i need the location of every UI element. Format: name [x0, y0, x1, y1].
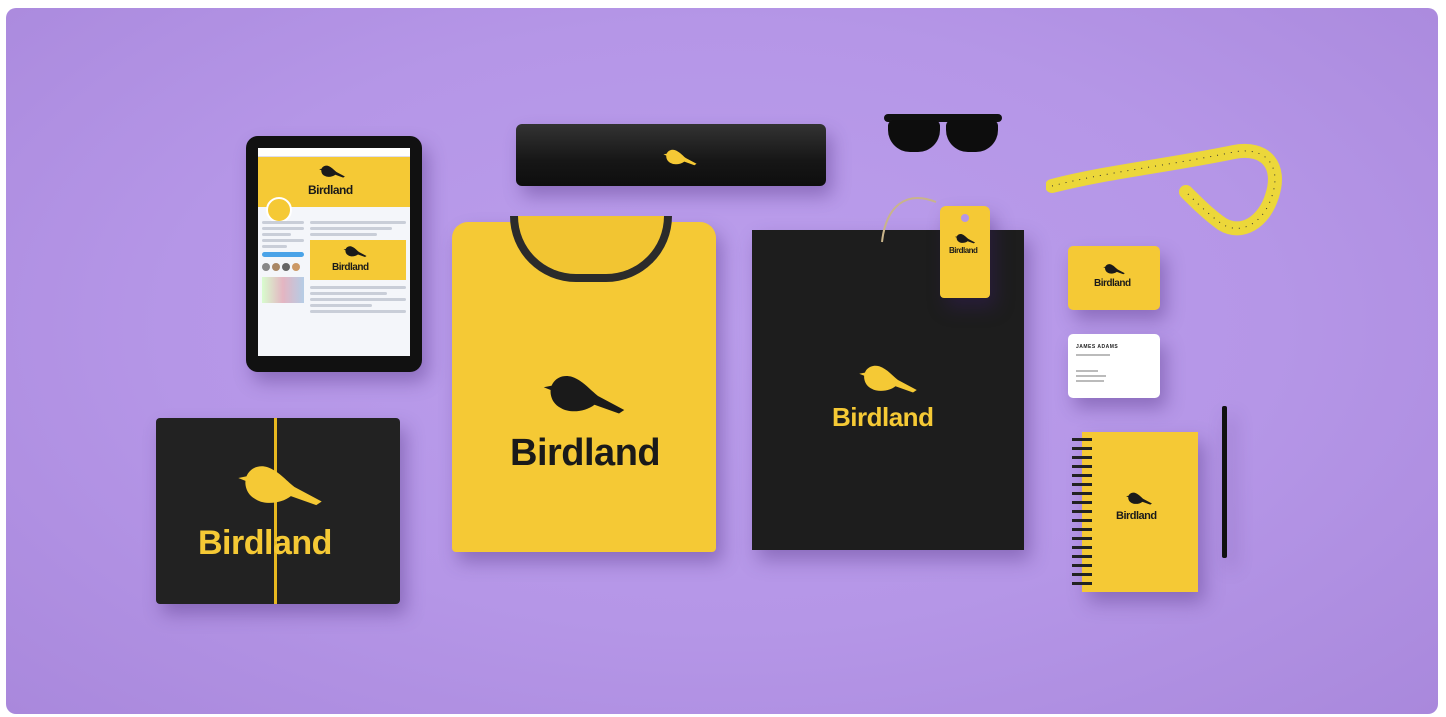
bird-logo-icon: [319, 165, 345, 178]
bird-logo-icon: [1103, 264, 1125, 275]
brand-mockup-scene: Birdland Birdland Birdland Birdland Bird…: [6, 8, 1438, 714]
card-brand-text: Birdland: [1094, 278, 1131, 289]
bird-logo-icon: [238, 466, 322, 506]
banner-brand-text: Birdland: [308, 183, 353, 197]
tshirt-collar: [510, 216, 672, 282]
business-card-back: JAMES ADAMS: [1068, 334, 1160, 398]
tag-brand-text: Birdland: [949, 246, 978, 255]
bird-logo-icon: [859, 365, 917, 393]
bird-logo-icon: [1126, 492, 1152, 505]
business-card-front: Birdland: [1068, 246, 1160, 310]
hang-tag: Birdland: [940, 206, 990, 298]
sunglasses: [884, 110, 1002, 156]
notebook-spiral: [1072, 438, 1092, 588]
pencil: [1222, 406, 1227, 558]
bag-brand-text: Birdland: [832, 402, 934, 432]
notebook-brand-text: Birdland: [1116, 510, 1157, 522]
package-brand-text: Birdland: [198, 524, 332, 562]
bird-logo-icon: [954, 233, 976, 244]
card-person-name: JAMES ADAMS: [1076, 344, 1119, 350]
post-brand-text: Birdland: [332, 262, 369, 273]
notebook: Birdland: [1082, 432, 1198, 592]
tablet: Birdland Birdland: [246, 136, 422, 372]
folded-tshirt: Birdland: [452, 216, 716, 552]
bird-logo-icon: [543, 375, 625, 414]
paper-roll: [516, 124, 826, 186]
measuring-tape: [1046, 143, 1282, 236]
tablet-screen: Birdland Birdland: [258, 148, 410, 356]
tshirt-brand-text: Birdland: [510, 432, 661, 474]
bird-logo-icon: [343, 246, 367, 257]
bird-logo-icon: [663, 149, 697, 166]
profile-banner: Birdland: [258, 157, 410, 223]
post-image: Birdland: [310, 240, 406, 280]
wrapped-package: Birdland: [156, 418, 400, 604]
